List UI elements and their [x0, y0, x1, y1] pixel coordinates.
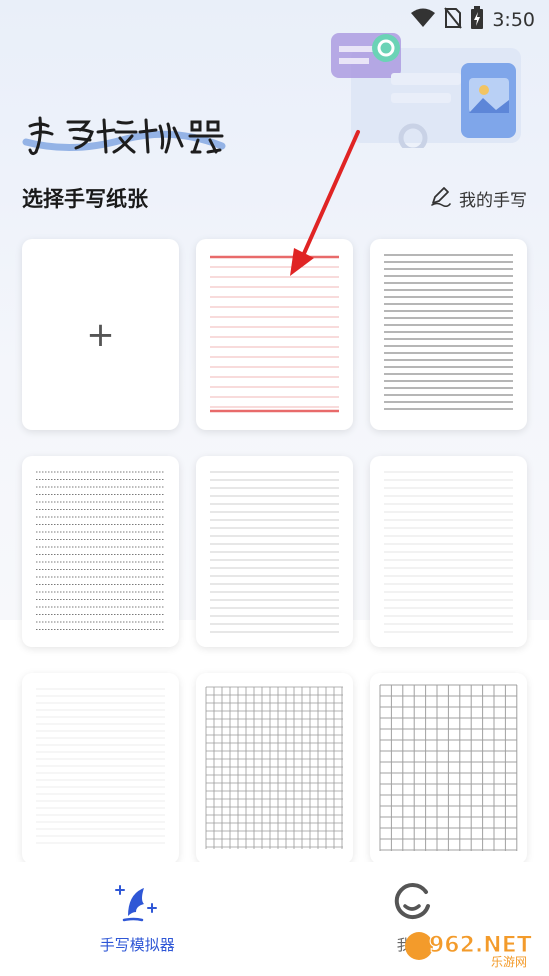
- small-grid-paper-preview: [205, 686, 343, 849]
- app-logo: [22, 112, 232, 162]
- dark-lined-paper-preview: [384, 254, 513, 410]
- paper-card-dotted-lined[interactable]: [22, 456, 179, 647]
- paper-card-dark-lined[interactable]: [370, 239, 527, 430]
- paper-card-red-lined[interactable]: [196, 239, 353, 430]
- nav-item-simulator[interactable]: 手写模拟器: [0, 862, 275, 976]
- page-title: 选择手写纸张: [22, 187, 148, 211]
- red-lined-paper-preview: [210, 255, 339, 413]
- paper-card-add[interactable]: +: [22, 239, 179, 430]
- light-lined-paper-preview: [384, 471, 513, 633]
- paper-card-faint-lined[interactable]: [22, 673, 179, 864]
- nav-label-simulator: 手写模拟器: [99, 936, 175, 954]
- paper-card-light-lined[interactable]: [370, 456, 527, 647]
- smile-icon: [392, 882, 432, 926]
- paper-card-gray-lined[interactable]: [196, 456, 353, 647]
- paper-card-large-grid[interactable]: [370, 673, 527, 864]
- dotted-lined-paper-preview: [36, 471, 165, 630]
- large-grid-paper-preview: [379, 684, 518, 851]
- header-illustration: [291, 18, 531, 153]
- pen-icon: [429, 185, 451, 212]
- watermark-logo: 962.NET 乐游网: [403, 922, 543, 970]
- svg-text:乐游网: 乐游网: [491, 955, 527, 969]
- gray-lined-paper-preview: [210, 471, 339, 633]
- faint-lined-paper-preview: [36, 688, 165, 844]
- quill-sparkle-icon: [114, 882, 160, 926]
- paper-card-small-grid[interactable]: [196, 673, 353, 864]
- my-handwriting-label: 我的手写: [459, 190, 527, 211]
- my-handwriting-button[interactable]: 我的手写: [429, 185, 527, 212]
- add-icon: +: [86, 314, 115, 355]
- title-row: 选择手写纸张 我的手写: [22, 180, 527, 216]
